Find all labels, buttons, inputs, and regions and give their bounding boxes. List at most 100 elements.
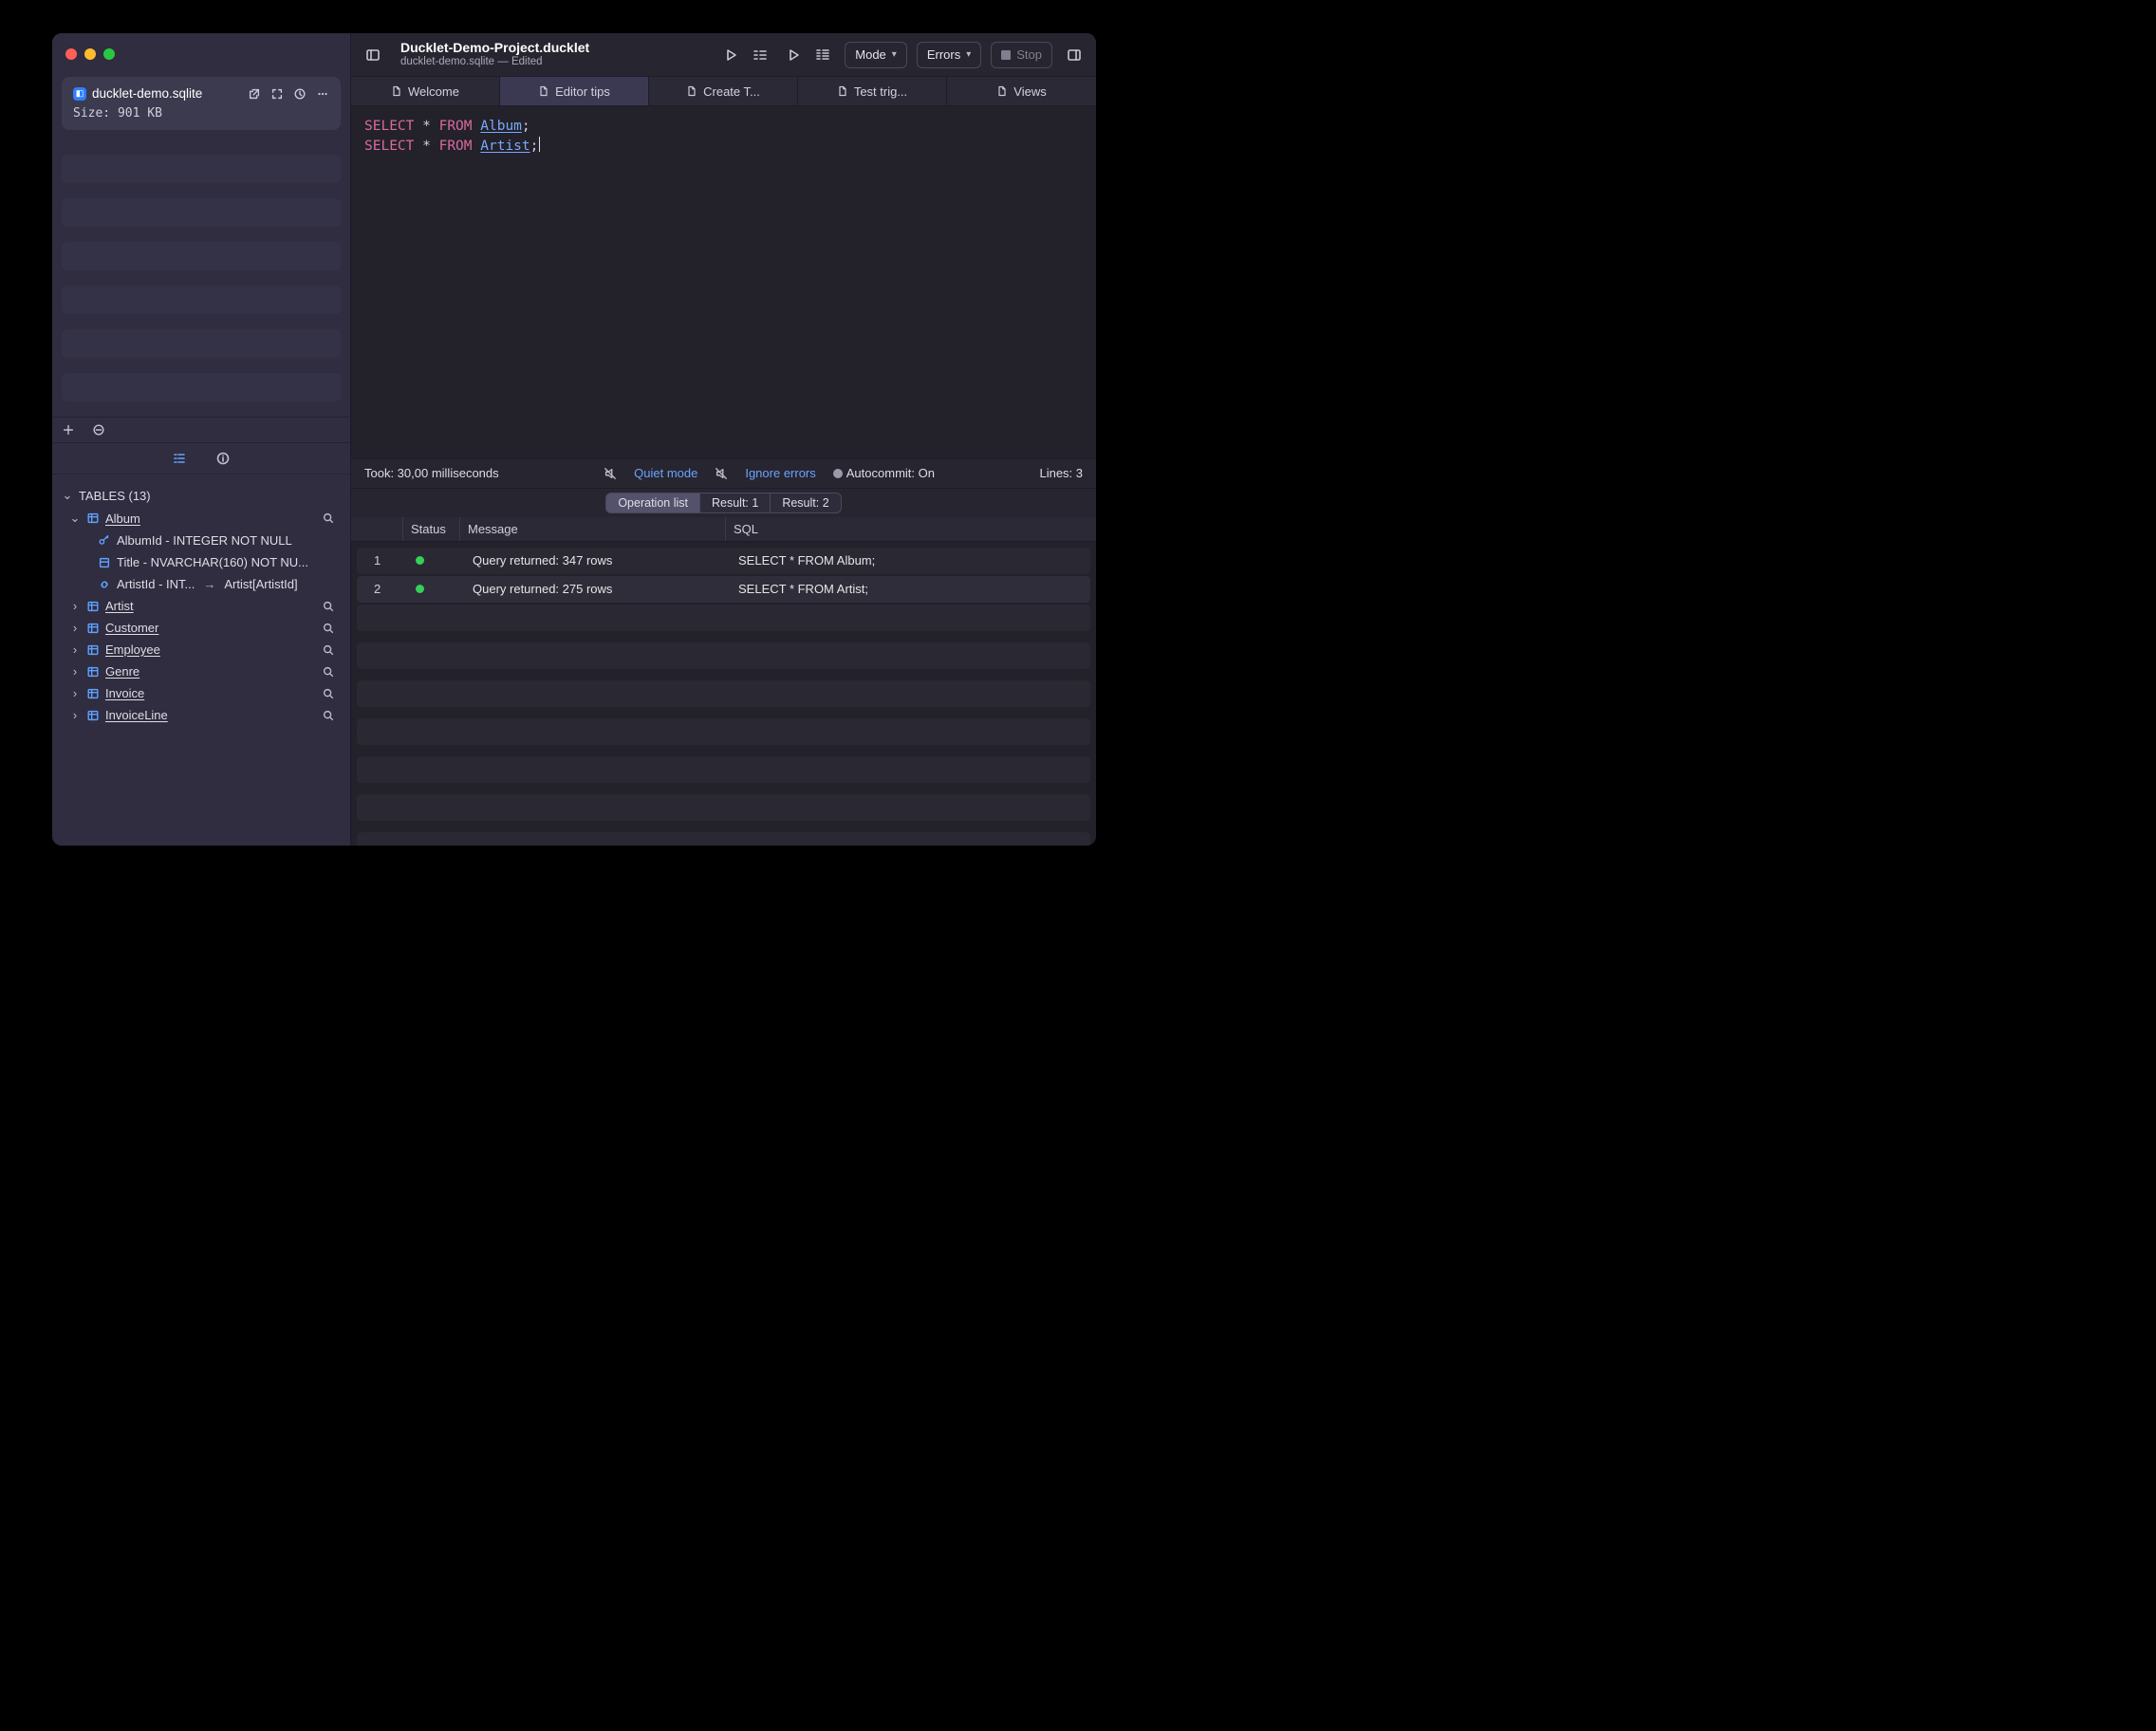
tab-label: Create T... [703,84,760,99]
autocommit-toggle[interactable]: Autocommit: On [833,466,935,480]
run-all-icon[interactable] [782,43,807,67]
tables-group[interactable]: ⌄ TABLES (13) [58,484,344,507]
table-icon [86,687,100,700]
column-row[interactable]: Title - NVARCHAR(160) NOT NU... [58,551,344,573]
add-button[interactable] [62,423,75,437]
clock-icon[interactable] [293,87,307,101]
focus-icon[interactable] [270,87,284,101]
mode-dropdown[interactable]: Mode ▾ [845,42,907,68]
result-row[interactable]: 2 Query returned: 275 rows SELECT * FROM… [357,576,1090,603]
table-name: Album [105,512,140,526]
header-status: Status [402,517,459,541]
search-icon[interactable] [322,512,341,525]
table-row[interactable]: › Customer [58,617,344,639]
tab-label: Test trig... [854,84,907,99]
row-sql: SELECT * FROM Artist; [731,582,1081,596]
row-sql: SELECT * FROM Album; [731,553,1081,568]
foreign-key-icon [98,578,111,591]
chevron-right-icon: › [69,621,81,635]
table-name: Invoice [105,686,144,700]
sidebar-tools [52,417,350,442]
remove-button[interactable] [92,423,105,437]
column-row[interactable]: ArtistId - INT... → Artist[ArtistId] [58,573,344,595]
sidebar-placeholder [62,329,341,358]
table-name: Employee [105,642,160,657]
table-icon [86,512,100,525]
database-icon: ◧ [73,87,86,101]
search-icon[interactable] [322,622,341,635]
status-took: Took: 30,00 milliseconds [364,466,499,480]
table-row[interactable]: › Invoice [58,682,344,704]
search-icon[interactable] [322,709,341,722]
result-row-empty [357,832,1090,847]
info-view-icon[interactable] [215,451,231,466]
project-title: Ducklet-Demo-Project.ducklet [400,40,589,56]
result-tab-operation-list[interactable]: Operation list [605,493,700,513]
run-all-list-icon[interactable] [810,43,835,67]
app-window: ◧ ducklet-demo.sqlite [52,33,1096,846]
open-external-icon[interactable] [248,87,261,101]
search-icon[interactable] [322,600,341,613]
table-name: Customer [105,621,158,635]
result-tabs: Operation list Result: 1 Result: 2 [351,489,1096,517]
mute-icon[interactable] [604,467,617,480]
header-sql: SQL [725,517,1087,541]
results-table: Status Message SQL 1 Query returned: 347… [351,517,1096,847]
sidebar-placeholder [62,155,341,183]
tab-create-t[interactable]: Create T... [649,77,798,105]
tab-label: Welcome [408,84,459,99]
toolbar: Ducklet-Demo-Project.ducklet ducklet-dem… [351,33,1096,77]
search-icon[interactable] [322,643,341,657]
stop-label: Stop [1016,47,1042,62]
zoom-window-button[interactable] [103,48,115,60]
table-row[interactable]: › Genre [58,661,344,682]
column-label: AlbumId - INTEGER NOT NULL [117,533,292,548]
toggle-left-panel-icon[interactable] [361,43,385,67]
ignore-errors-toggle[interactable]: Ignore errors [745,466,815,480]
table-row[interactable]: › InvoiceLine [58,704,344,726]
tab-welcome[interactable]: Welcome [351,77,500,105]
result-tab-1[interactable]: Result: 1 [700,493,771,513]
sidebar-placeholder [62,198,341,227]
sidebar-view-toggle [52,442,350,474]
row-status [408,553,465,568]
table-row-album[interactable]: ⌄ Album [58,507,344,530]
sql-editor[interactable]: SELECT * FROM Album; SELECT * FROM Artis… [351,106,1096,458]
run-current-list-icon[interactable] [748,43,772,67]
database-card[interactable]: ◧ ducklet-demo.sqlite [62,77,341,130]
tab-test-trig[interactable]: Test trig... [798,77,947,105]
tables-header: TABLES (13) [79,489,151,503]
table-row[interactable]: › Artist [58,595,344,617]
minimize-window-button[interactable] [84,48,96,60]
result-tab-2[interactable]: Result: 2 [771,493,841,513]
chevron-right-icon: › [69,599,81,613]
stop-button[interactable]: Stop [991,42,1052,68]
run-step-group [719,43,772,67]
tab-editor-tips[interactable]: Editor tips [500,77,649,105]
mute-icon[interactable] [715,467,728,480]
list-view-icon[interactable] [172,451,187,466]
run-current-icon[interactable] [719,43,744,67]
toggle-right-panel-icon[interactable] [1062,43,1087,67]
result-row[interactable]: 1 Query returned: 347 rows SELECT * FROM… [357,548,1090,574]
mode-label: Mode [855,47,886,62]
file-icon [538,85,549,97]
tab-views[interactable]: Views [947,77,1096,105]
close-window-button[interactable] [65,48,77,60]
column-label: ArtistId - INT... [117,577,195,591]
chevron-down-icon: ⌄ [62,488,73,503]
errors-label: Errors [927,47,960,62]
quiet-mode-toggle[interactable]: Quiet mode [634,466,697,480]
search-icon[interactable] [322,687,341,700]
editor-line: SELECT * FROM Album; [364,118,1083,137]
row-message: Query returned: 347 rows [465,553,731,568]
column-row[interactable]: AlbumId - INTEGER NOT NULL [58,530,344,551]
key-icon [98,534,111,548]
table-row[interactable]: › Employee [58,639,344,661]
column-icon [98,556,111,569]
status-dot-icon [833,469,843,478]
errors-dropdown[interactable]: Errors ▾ [917,42,981,68]
table-icon [86,709,100,722]
search-icon[interactable] [322,665,341,679]
more-icon[interactable] [316,87,329,101]
